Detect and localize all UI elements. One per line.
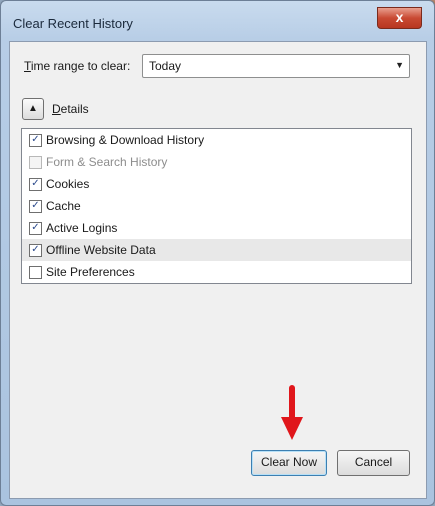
checklist-item[interactable]: ✓ Cookies bbox=[22, 173, 411, 195]
checklist-item[interactable]: ✓ Cache bbox=[22, 195, 411, 217]
checklist-item-label: Cookies bbox=[46, 177, 90, 191]
cancel-button[interactable]: Cancel bbox=[337, 450, 410, 476]
checklist-item-label: Active Logins bbox=[46, 221, 118, 235]
checkbox-unchecked[interactable] bbox=[29, 266, 42, 279]
details-label: Details bbox=[52, 102, 89, 116]
details-toggle-button[interactable]: ▲ bbox=[22, 98, 44, 120]
history-items-list: ✓ Browsing & Download History Form & Searc… bbox=[21, 128, 412, 284]
time-range-label: Time range to clear: bbox=[24, 59, 131, 73]
dropdown-arrow-icon: ▼ bbox=[395, 60, 404, 70]
close-button[interactable]: x bbox=[377, 7, 422, 29]
checkbox-checked[interactable]: ✓ bbox=[29, 200, 42, 213]
checklist-item[interactable]: Site Preferences bbox=[22, 261, 411, 283]
time-range-select[interactable]: Today ▼ bbox=[142, 54, 410, 78]
checklist-item: Form & Search History bbox=[22, 151, 411, 173]
checkbox-checked[interactable]: ✓ bbox=[29, 178, 42, 191]
checklist-item-label: Site Preferences bbox=[46, 265, 135, 279]
clear-history-dialog: Clear Recent History x Time range to cle… bbox=[0, 0, 435, 506]
title-bar[interactable]: Clear Recent History x bbox=[1, 1, 434, 41]
checkbox-checked[interactable]: ✓ bbox=[29, 244, 42, 257]
checklist-item[interactable]: ✓ Offline Website Data bbox=[22, 239, 411, 261]
checkbox-checked[interactable]: ✓ bbox=[29, 134, 42, 147]
checklist-item[interactable]: ✓ Browsing & Download History bbox=[22, 129, 411, 151]
dialog-body: Time range to clear: Today ▼ ▲ Details ✓… bbox=[9, 41, 427, 499]
close-icon: x bbox=[395, 9, 404, 25]
checklist-item-label: Browsing & Download History bbox=[46, 133, 205, 147]
checklist-item[interactable]: ✓ Active Logins bbox=[22, 217, 411, 239]
chevron-up-icon: ▲ bbox=[28, 103, 38, 114]
dialog-title: Clear Recent History bbox=[13, 16, 133, 31]
time-range-value: Today bbox=[149, 59, 182, 73]
clear-now-button[interactable]: Clear Now bbox=[251, 450, 327, 476]
time-range-row: Time range to clear: Today ▼ bbox=[24, 54, 412, 80]
checklist-item-label: Offline Website Data bbox=[46, 243, 156, 257]
checkbox-checked[interactable]: ✓ bbox=[29, 222, 42, 235]
annotation-arrow-icon bbox=[281, 385, 303, 440]
checklist-item-label: Cache bbox=[46, 199, 81, 213]
checkbox-unchecked bbox=[29, 156, 42, 169]
checklist-item-label: Form & Search History bbox=[46, 155, 168, 169]
